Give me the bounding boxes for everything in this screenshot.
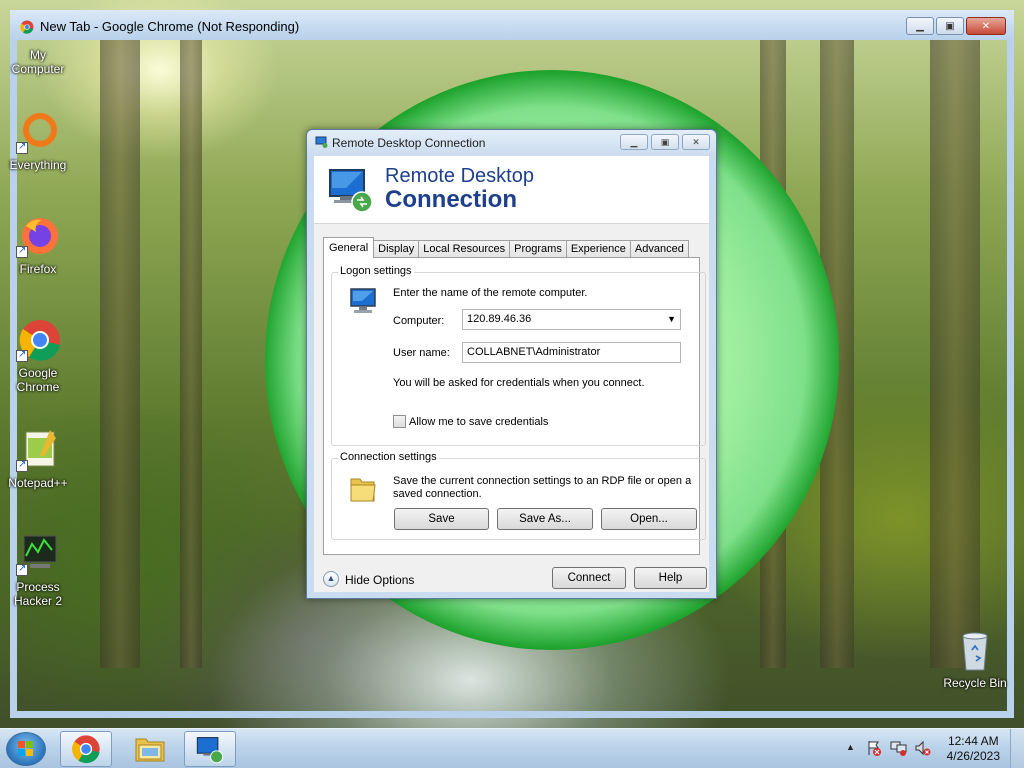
desktop-icon-label: My Computer [11,48,65,76]
computer-icon [350,288,376,313]
folder-icon [350,478,376,502]
tab-experience[interactable]: Experience [565,240,631,258]
desktop-icon-label: Process Hacker 2 [13,580,63,608]
shortcut-arrow-icon [16,244,28,258]
taskbar-remote-desktop[interactable] [184,731,236,767]
logon-settings-label: Logon settings [338,265,414,277]
save-credentials-label[interactable]: Allow me to save credentials [409,416,548,428]
everything-icon [16,110,60,154]
tab-programs[interactable]: Programs [509,240,567,258]
username-field[interactable]: COLLABNET\Administrator [462,342,681,363]
desktop-icon-my-computer[interactable]: My Computer [6,48,70,76]
maximize-button[interactable]: ▣ [936,17,964,35]
minimize-button[interactable]: ▁ [906,17,934,35]
action-center-icon[interactable] [866,740,882,756]
chrome-window-title: New Tab - Google Chrome (Not Responding) [40,19,300,34]
taskbar-explorer[interactable] [124,731,176,767]
taskbar: ▲ 12:44 AM 4/26/2023 [0,728,1024,768]
maximize-button[interactable]: ▣ [651,134,679,150]
clock-date: 4/26/2023 [946,749,1000,763]
computer-value: 120.89.46.36 [467,313,532,325]
save-as-button[interactable]: Save As... [497,508,593,530]
logon-settings-group: Logon settings Enter the name of the rem… [331,265,706,446]
logon-instruction: Enter the name of the remote computer. [393,287,588,299]
network-icon[interactable] [890,740,908,756]
general-tab-panel: Logon settings Enter the name of the rem… [323,257,706,555]
windows-logo-icon [18,741,33,756]
notepad-plus-plus-icon [16,428,60,472]
dialog-footer: ▲ Hide Options Connect Help [314,556,709,592]
tab-advanced[interactable]: Advanced [629,240,689,258]
banner-title-line1: Remote Desktop [385,165,534,187]
desktop-icon-label: Everything [9,158,67,172]
desktop-icon-process-hacker[interactable]: Process Hacker 2 [6,532,70,608]
dialog-body: Remote Desktop Connection General Displa… [314,156,709,592]
computer-combobox[interactable]: 120.89.46.36 ▼ [462,309,681,330]
show-hidden-icons-arrow-icon[interactable]: ▲ [846,742,855,752]
close-button[interactable]: ✕ [966,17,1006,35]
username-value: COLLABNET\Administrator [467,346,601,358]
desktop-icon-google-chrome[interactable]: Google Chrome [6,318,70,394]
volume-muted-icon[interactable] [914,740,932,756]
computer-label: Computer: [393,315,445,327]
dialog-banner: Remote Desktop Connection [314,156,709,224]
desktop-icon-label: Firefox [19,262,57,276]
save-button[interactable]: Save [394,508,489,530]
connection-description-line1: Save the current connection settings to … [393,475,692,487]
chrome-small-icon [20,20,34,34]
connection-settings-label: Connection settings [338,451,439,463]
desktop-icon-label: Notepad++ [8,476,68,490]
explorer-icon [135,738,165,762]
shortcut-arrow-icon [16,458,28,472]
chrome-window-controls: ▁ ▣ ✕ [906,17,1006,35]
tab-local-resources[interactable]: Local Resources [418,240,511,258]
tab-general[interactable]: General [323,237,375,258]
desktop-icon-firefox[interactable]: Firefox [6,214,70,276]
desktop-icon-everything[interactable]: Everything [6,110,70,172]
clock[interactable]: 12:44 AM 4/26/2023 [947,734,1000,764]
tab-display[interactable]: Display [373,240,420,258]
taskbar-chrome[interactable] [60,731,112,767]
save-credentials-checkbox[interactable] [393,415,406,428]
tab-strip: General Display Local Resources Programs… [323,236,689,258]
remote-desktop-dialog: Remote Desktop Connection ▁ ▣ ✕ Remote D… [306,129,717,599]
hide-options-link[interactable]: Hide Options [345,573,414,587]
open-button[interactable]: Open... [601,508,697,530]
connection-description-line2: saved connection. [393,488,482,500]
recycle-bin-icon [953,628,997,672]
clock-time: 12:44 AM [947,734,999,748]
banner-title-line2: Connection [385,186,517,213]
username-label: User name: [393,347,450,359]
process-hacker-icon [16,532,60,576]
chrome-icon [16,318,60,362]
shortcut-arrow-icon [16,562,28,576]
shortcut-arrow-icon [16,348,28,362]
shortcut-arrow-icon [16,140,28,154]
dialog-window-controls: ▁ ▣ ✕ [620,134,710,150]
show-desktop-button[interactable] [1010,729,1024,768]
desktop-icon-notepad-plus-plus[interactable]: Notepad++ [6,428,70,490]
desktop-icon-label: Recycle Bin [943,676,1007,690]
close-button[interactable]: ✕ [682,134,710,150]
dialog-titlebar[interactable]: Remote Desktop Connection ▁ ▣ ✕ [307,130,716,156]
credentials-note: You will be asked for credentials when y… [393,377,645,389]
firefox-icon [16,214,60,258]
remote-desktop-icon [196,737,224,764]
desktop-icon-recycle-bin[interactable]: Recycle Bin [943,628,1007,690]
connect-button[interactable]: Connect [552,567,626,589]
connection-settings-group: Connection settings Save the current con… [331,451,706,540]
chrome-icon [72,735,100,764]
desktop-icon-label: Google Chrome [16,366,60,394]
help-button[interactable]: Help [634,567,707,589]
remote-desktop-icon [329,169,373,213]
remote-desktop-small-icon [315,136,328,148]
chevron-up-icon[interactable]: ▲ [323,571,339,587]
dropdown-arrow-icon[interactable]: ▼ [667,310,676,329]
minimize-button[interactable]: ▁ [620,134,648,150]
dialog-title: Remote Desktop Connection [332,136,486,150]
start-button[interactable] [6,732,46,766]
